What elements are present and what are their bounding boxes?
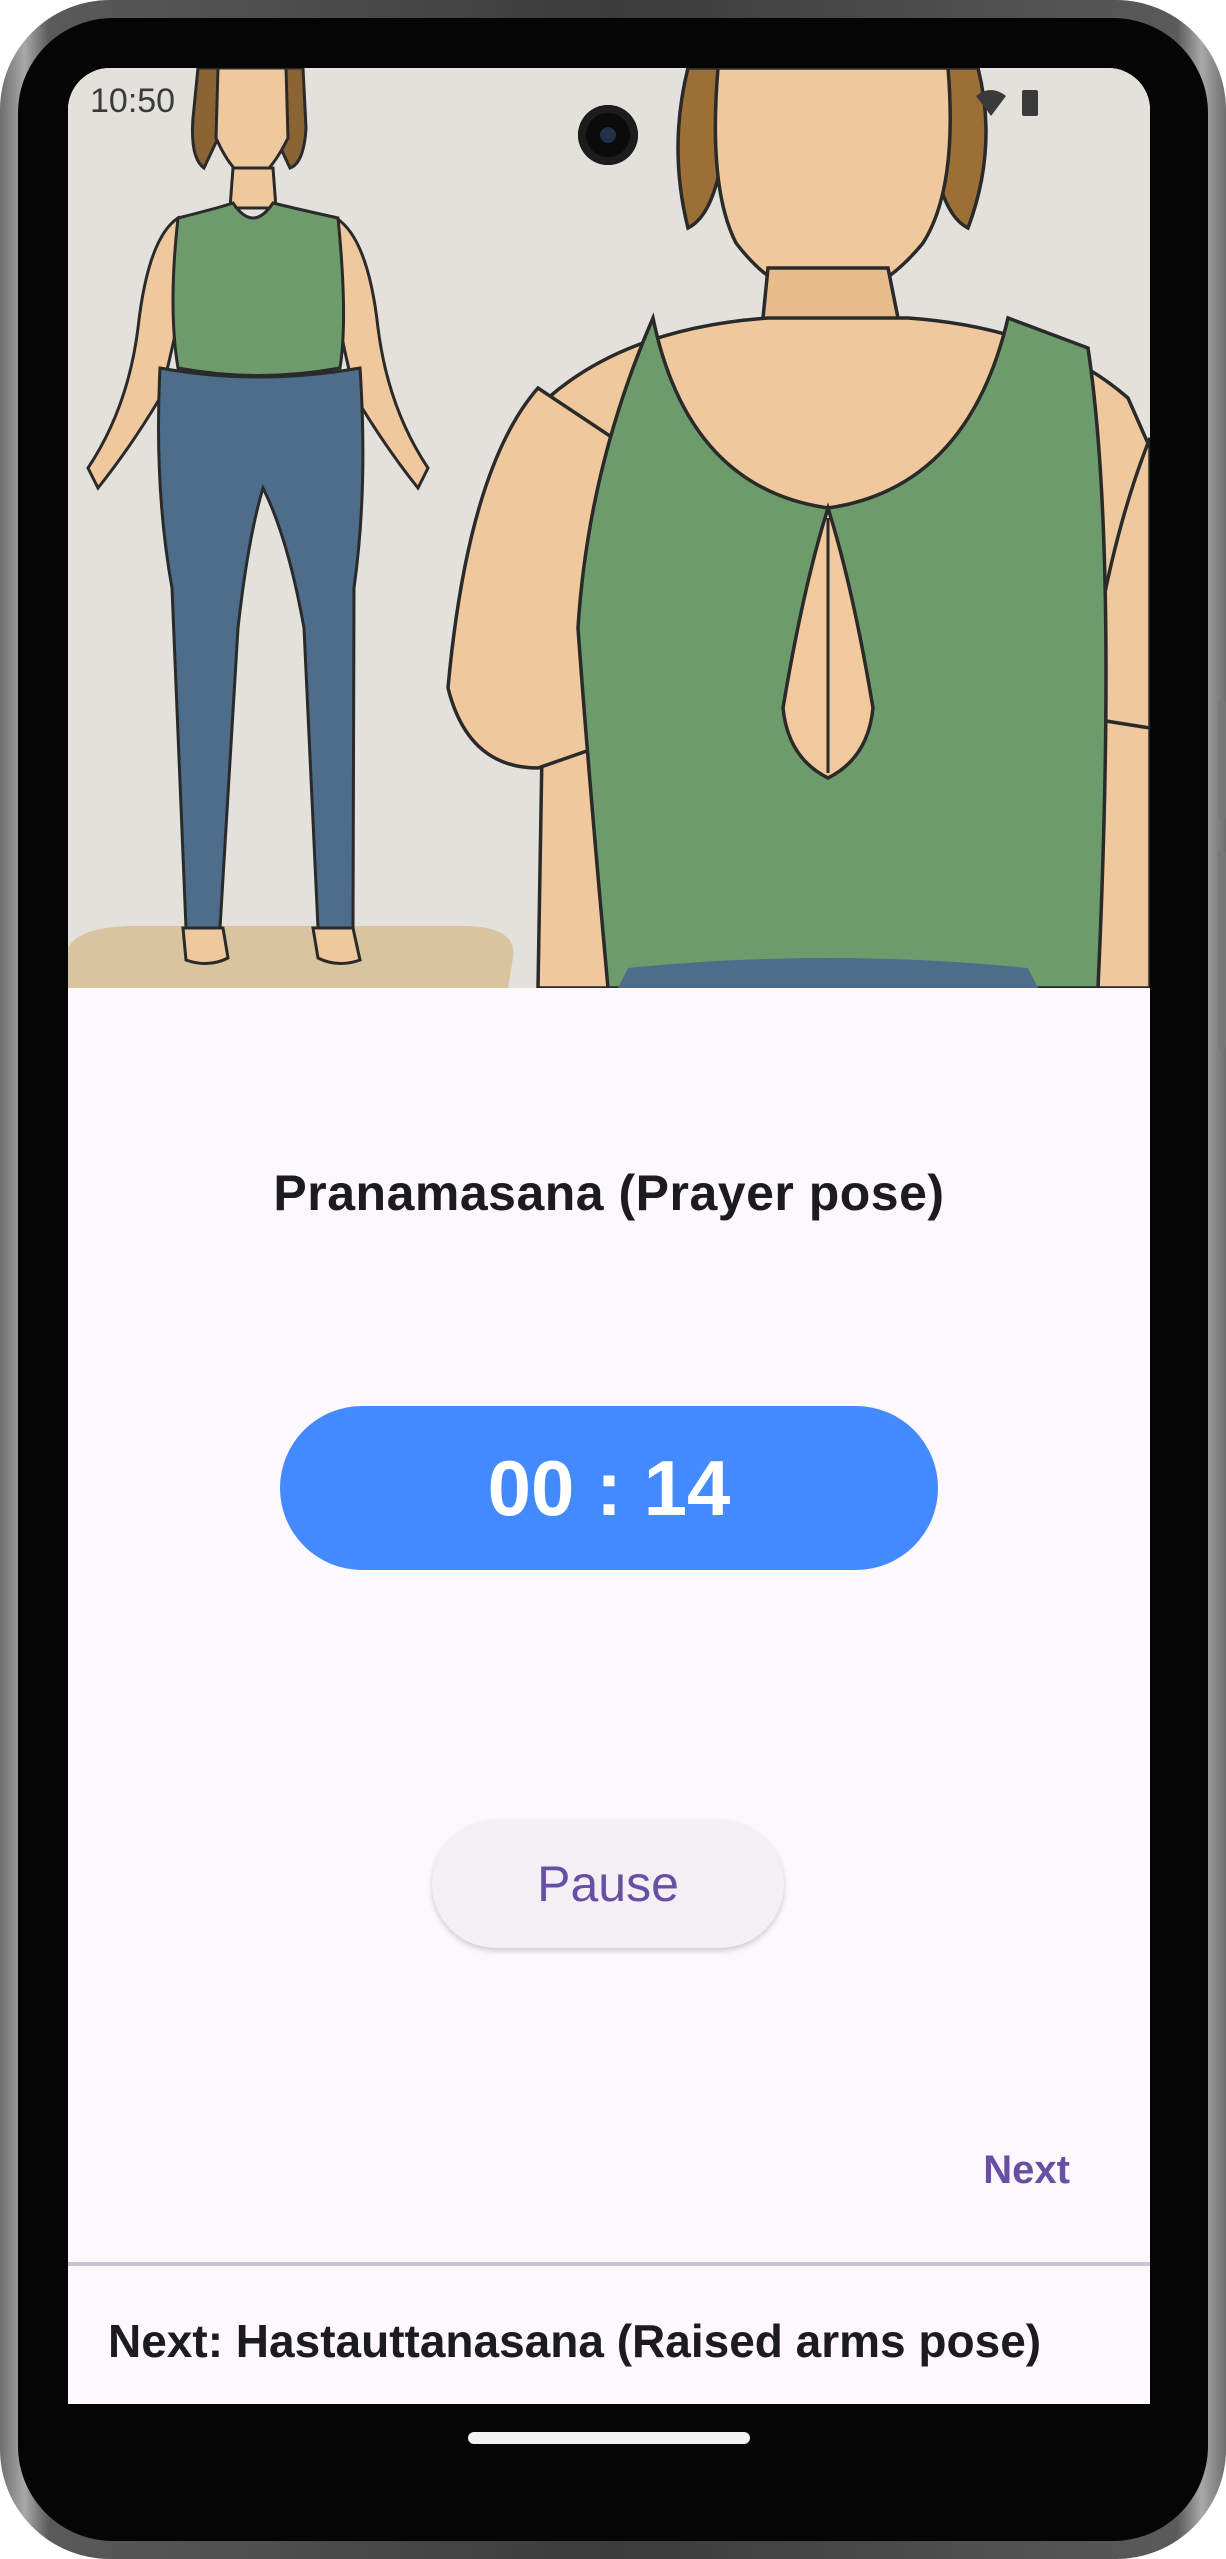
- timer-text: 00 : 14: [487, 1443, 731, 1532]
- status-time: 10:50: [90, 82, 176, 120]
- next-button[interactable]: Next: [983, 2148, 1070, 2193]
- pose-title: Pranamasana (Prayer pose): [273, 1165, 945, 1221]
- upcoming-pose-label: Next: Hastauttanasana (Raised arms pose): [108, 2315, 1042, 2367]
- status-icons: [974, 88, 1040, 118]
- pose-illustration: [68, 68, 1150, 988]
- phone-frame: 10:50 Pranamasana (Prayer pose) 00 : 14 …: [0, 0, 1226, 2559]
- pose-illustration-image: [68, 68, 1150, 988]
- divider: [68, 2262, 1150, 2266]
- battery-icon: [1022, 90, 1038, 116]
- app-screen: 10:50 Pranamasana (Prayer pose) 00 : 14 …: [68, 68, 1150, 2404]
- countdown-timer: 00 : 14: [280, 1406, 938, 1570]
- front-camera: [578, 105, 638, 165]
- power-button: [1218, 850, 1226, 1050]
- wifi-icon: [976, 90, 1006, 116]
- pause-button-label: Pause: [537, 1856, 679, 1912]
- volume-button: [1218, 700, 1226, 820]
- pause-button[interactable]: Pause: [432, 1820, 784, 1948]
- home-indicator[interactable]: [468, 2432, 750, 2444]
